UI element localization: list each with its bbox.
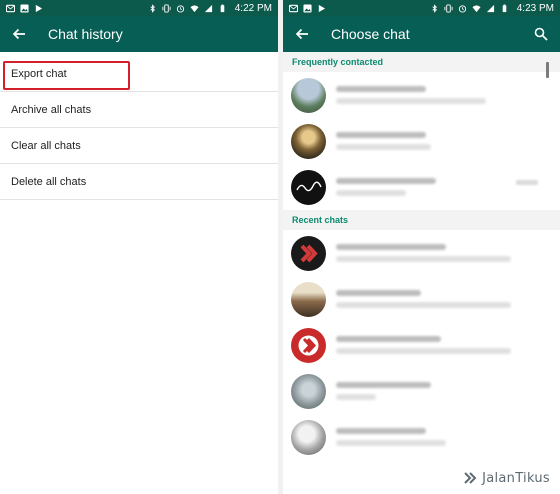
section-header-frequent: Frequently contacted <box>283 52 560 72</box>
avatar <box>291 235 326 271</box>
contact-row[interactable] <box>283 72 560 118</box>
screenshot-composite: 4:22 PM Chat history Export chat Archive… <box>0 0 560 494</box>
jalantikus-logo-icon <box>298 335 319 355</box>
bluetooth-icon <box>150 3 155 13</box>
archive-all-chats-label: Archive all chats <box>11 103 92 116</box>
status-system-icons: 4:23 PM <box>430 3 554 14</box>
alarm-icon <box>458 4 466 13</box>
contact-row[interactable] <box>283 368 560 414</box>
watermark: JalanTikus <box>463 470 550 486</box>
contact-row[interactable] <box>283 414 560 460</box>
avatar <box>291 169 326 205</box>
chat-history-screen: 4:22 PM Chat history Export chat Archive… <box>0 0 278 494</box>
battery-icon <box>220 4 225 12</box>
contact-text-redacted <box>336 244 560 262</box>
back-arrow-icon[interactable] <box>10 25 28 43</box>
notification-gmail-icon <box>289 4 298 12</box>
alarm-icon <box>176 4 184 13</box>
avatar <box>291 373 326 409</box>
clear-all-chats-label: Clear all chats <box>11 139 81 152</box>
delete-all-chats-item[interactable]: Delete all chats <box>0 164 278 200</box>
status-time: 4:23 PM <box>516 2 554 14</box>
signature-logo-icon <box>296 181 322 191</box>
vibrate-icon <box>162 3 171 13</box>
battery-icon <box>502 4 507 12</box>
contact-text-redacted <box>336 336 560 354</box>
notification-gmail-icon <box>6 4 15 12</box>
contact-text-redacted <box>336 132 560 150</box>
highlight-annotation <box>3 61 130 90</box>
section-header-recent: Recent chats <box>283 210 560 230</box>
clear-all-chats-item[interactable]: Clear all chats <box>0 128 278 164</box>
contact-row[interactable] <box>283 118 560 164</box>
contact-text-redacted <box>336 382 560 400</box>
delete-all-chats-label: Delete all chats <box>11 175 87 188</box>
search-icon[interactable] <box>532 25 550 43</box>
notification-image-icon <box>20 3 29 13</box>
signal-icon <box>486 4 494 12</box>
contact-row[interactable] <box>283 164 560 210</box>
page-title: Choose chat <box>331 26 410 42</box>
status-bar: 4:22 PM <box>0 0 278 16</box>
wifi-icon <box>472 4 481 12</box>
archive-all-chats-item[interactable]: Archive all chats <box>0 92 278 128</box>
notification-play-icon <box>35 4 43 12</box>
contact-text-redacted <box>336 428 560 446</box>
avatar <box>291 327 326 363</box>
status-time: 4:22 PM <box>234 2 272 14</box>
status-notifications <box>289 3 326 13</box>
contact-row[interactable] <box>283 230 560 276</box>
choose-chat-screen: 4:23 PM Choose chat Frequently contacted <box>283 0 560 494</box>
watermark-text: JalanTikus <box>482 470 550 486</box>
contact-row[interactable] <box>283 322 560 368</box>
export-chat-item[interactable]: Export chat <box>0 56 278 92</box>
bluetooth-icon <box>432 3 437 13</box>
page-title: Chat history <box>48 26 123 42</box>
contact-text-redacted <box>336 290 560 308</box>
contact-text-redacted <box>336 86 560 104</box>
jalantikus-logo-icon <box>300 244 318 262</box>
status-bar: 4:23 PM <box>283 0 560 16</box>
wifi-icon <box>190 4 199 12</box>
back-arrow-icon[interactable] <box>293 25 311 43</box>
avatar <box>291 123 326 159</box>
contact-row[interactable] <box>283 276 560 322</box>
avatar <box>291 77 326 113</box>
app-bar: Choose chat <box>283 16 560 52</box>
signal-icon <box>204 4 212 12</box>
status-notifications <box>6 3 43 13</box>
jalantikus-logo-icon <box>464 472 477 484</box>
scrollbar-thumb[interactable] <box>546 62 549 78</box>
notification-image-icon <box>303 3 312 13</box>
app-bar: Chat history <box>0 16 278 52</box>
vibrate-icon <box>444 3 453 13</box>
avatar <box>291 281 326 317</box>
notification-play-icon <box>318 4 326 12</box>
avatar <box>291 419 326 455</box>
status-system-icons: 4:22 PM <box>148 3 272 14</box>
